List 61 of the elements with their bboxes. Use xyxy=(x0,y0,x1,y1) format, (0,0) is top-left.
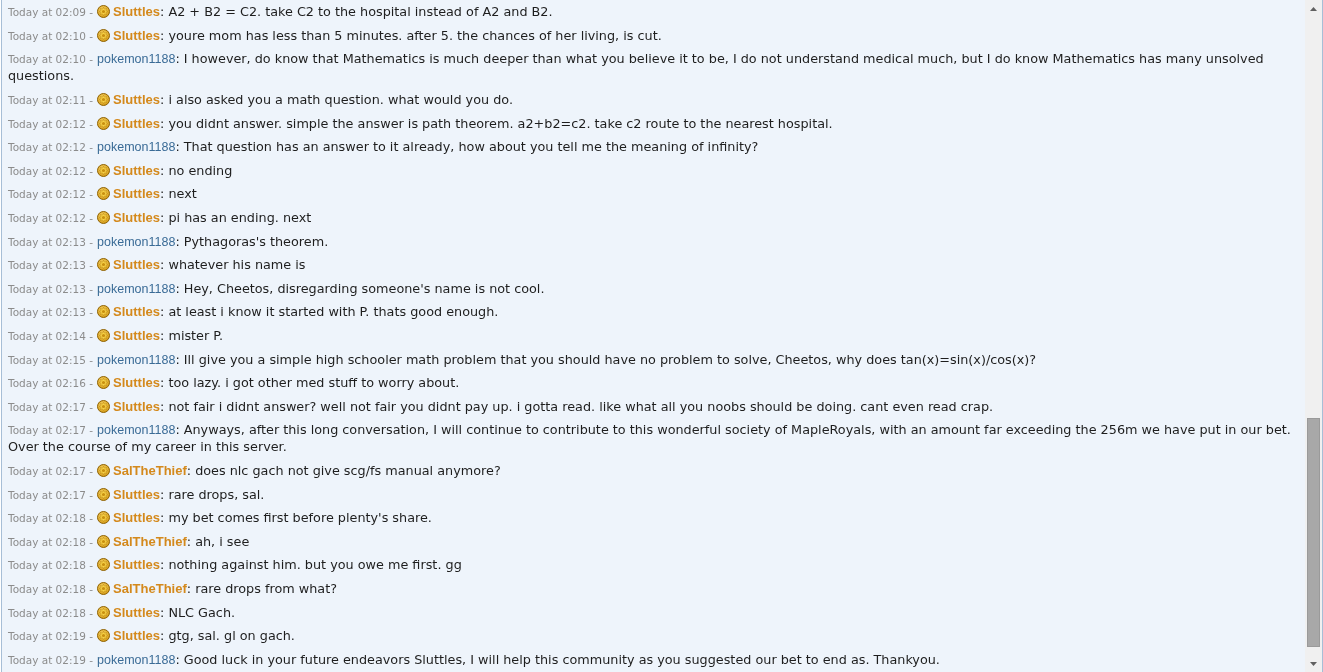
chat-message: Today at 02:13 - Sluttles: at least i know it started with P. thats good enough. xyxy=(7,303,500,322)
chat-message: Today at 02:13 - pokemon1188: Pythagoras's theorem. xyxy=(7,232,330,251)
chat-message: Today at 02:11 - Sluttles: i also asked you a math question. what would you do. xyxy=(7,91,514,110)
chat-message: Today at 02:18 - SalTheThief: rare drops from what? xyxy=(7,579,339,598)
username-link[interactable]: pokemon1188 xyxy=(97,423,176,438)
chat-message: Today at 02:12 - Sluttles: next xyxy=(7,185,198,204)
chat-message: Today at 02:12 - Sluttles: no ending xyxy=(7,161,234,180)
chat-message: Today at 02:17 - pokemon1188: Anyways, after this long conversation, I will continue to contribute to this wonderful society of MapleRoyals, with an amount far exceeding the 256m we have put in our bet. Over the course of my career in this server. xyxy=(7,421,1292,457)
chat-message: Today at 02:14 - Sluttles: mister P. xyxy=(7,327,225,345)
coin-icon xyxy=(97,93,111,107)
coin-icon xyxy=(97,629,111,643)
chat-message: Today at 02:12 - Sluttles: you didnt answer. simple the answer is path theorem. a2+b2=c2. take c2 route to the nearest hospital. xyxy=(7,114,834,133)
username-link[interactable]: SalTheThief xyxy=(113,463,187,478)
coin-icon xyxy=(97,581,111,595)
chat-message: Today at 02:18 - Sluttles: nothing against him. but you owe me first. gg xyxy=(7,556,463,575)
username-link[interactable]: pokemon1188 xyxy=(97,140,176,155)
username-link[interactable]: pokemon1188 xyxy=(97,652,176,667)
chat-message: Today at 02:18 - Sluttles: NLC Gach. xyxy=(7,603,237,622)
chat-message: Today at 02:17 - Sluttles: rare drops, sal. xyxy=(7,485,266,504)
chat-message: Today at 02:15 - pokemon1188: Ill give you a simple high schooler math problem that you should have no problem to solve, Cheetos, why does tan(x)=sin(x)/cos(x)? xyxy=(7,350,1038,369)
chat-message: Today at 02:09 - Sluttles: A2 + B2 = C2. take C2 to the hospital instead of A2 and B2. xyxy=(7,3,554,22)
username-link[interactable]: pokemon1188 xyxy=(97,352,176,367)
username-link[interactable]: pokemon1188 xyxy=(97,52,176,67)
coin-icon xyxy=(97,534,111,548)
coin-icon xyxy=(97,487,111,501)
coin-icon xyxy=(97,329,111,342)
chat-message: Today at 02:18 - Sluttles: my bet comes first before plenty's share. xyxy=(7,509,433,528)
chat-message: Today at 02:12 - Sluttles: pi has an ending. next xyxy=(7,209,313,228)
coin-icon xyxy=(97,163,111,177)
coin-icon xyxy=(97,5,111,19)
chat-message: Today at 02:16 - Sluttles: too lazy. i got other med stuff to worry about. xyxy=(7,374,461,393)
chat-message: Today at 02:13 - Sluttles: whatever his name is xyxy=(7,256,307,275)
chat-message: Today at 02:10 - pokemon1188: I however, do know that Mathematics is much deeper than what you believe it to be, I do not understand medical much, but I do know Mathematics has many unsolved questions. xyxy=(7,50,1265,86)
coin-icon xyxy=(97,399,111,413)
chat-message: Today at 02:10 - Sluttles: youre mom has less than 5 minutes. after 5. the chances of her living, is cut. xyxy=(7,26,663,45)
coin-icon xyxy=(97,28,111,42)
coin-icon xyxy=(97,116,111,130)
coin-icon xyxy=(97,558,111,572)
down-arrow-icon[interactable] xyxy=(1310,661,1317,666)
chat-message: Today at 02:12 - pokemon1188: That question has an answer to it already, how about you tell me the meaning of infinity? xyxy=(7,138,760,157)
chat-message: Today at 02:13 - pokemon1188: Hey, Cheetos, disregarding someone's name is not cool. xyxy=(7,279,546,298)
coin-icon xyxy=(97,211,111,225)
username-link[interactable]: pokemon1188 xyxy=(97,234,176,249)
coin-icon xyxy=(97,305,111,319)
coin-icon xyxy=(97,605,111,619)
scrollbar-thumb[interactable] xyxy=(1307,418,1320,647)
chat-message: Today at 02:18 - SalTheThief: ah, i see xyxy=(7,532,251,551)
up-arrow-icon[interactable] xyxy=(1310,6,1317,11)
scrollbar[interactable] xyxy=(1305,0,1322,672)
coin-icon xyxy=(97,187,111,201)
chat-message: Today at 02:17 - SalTheThief: does nlc gach not give scg/fs manual anymore? xyxy=(7,462,502,480)
chat-message: Today at 02:17 - Sluttles: not fair i didnt answer? well not fair you didnt pay up. i gotta read. like what all you noobs should be doing. cant even read crap. xyxy=(7,397,995,416)
coin-icon xyxy=(97,376,111,390)
chat-message: Today at 02:19 - Sluttles: gtg, sal. gl on gach. xyxy=(7,627,296,646)
coin-icon xyxy=(97,464,111,477)
coin-icon xyxy=(97,258,111,272)
username-link[interactable]: SalTheThief xyxy=(113,580,187,596)
username-link[interactable]: SalTheThief xyxy=(113,533,187,549)
coin-icon xyxy=(97,511,111,525)
chat-message: Today at 02:19 - pokemon1188: Good luck in your future endeavors Sluttles, I will help this community as you suggested our bet to end as. Thankyou. xyxy=(7,650,941,669)
username-link[interactable]: pokemon1188 xyxy=(97,281,176,296)
